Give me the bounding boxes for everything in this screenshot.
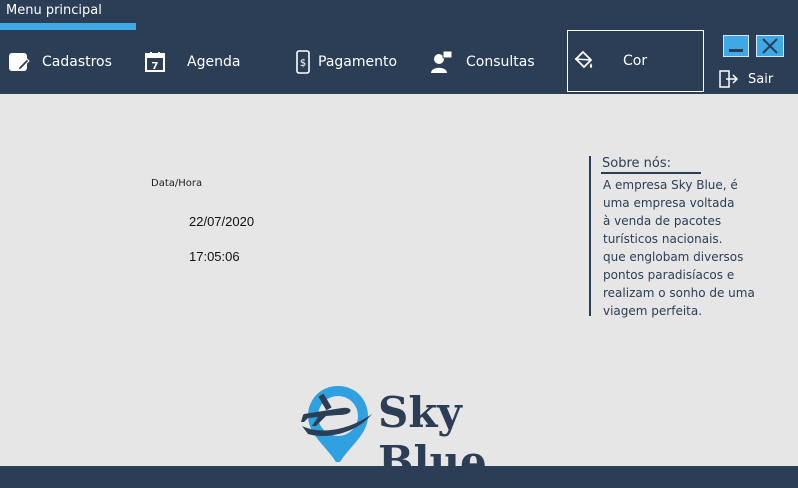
- menu-consultas-label: Consultas: [466, 54, 535, 70]
- paint-bucket-icon: [570, 48, 596, 74]
- title-bar: Menu principal: [0, 0, 798, 30]
- edit-icon: [6, 49, 32, 75]
- current-time: 17:05:06: [189, 249, 240, 264]
- window-title: Menu principal: [6, 3, 102, 18]
- menu-agenda[interactable]: 7 Agenda: [142, 30, 240, 94]
- menu-agenda-label: Agenda: [187, 54, 241, 70]
- about-title: Sobre nós:: [602, 156, 671, 171]
- exit-label: Sair: [748, 71, 774, 87]
- about-underline: [601, 172, 701, 174]
- current-date: 22/07/2020: [189, 214, 255, 229]
- minimize-icon: [729, 49, 743, 52]
- menu-pagamento[interactable]: $ Pagamento: [290, 30, 397, 94]
- menu-cadastros[interactable]: Cadastros: [6, 30, 112, 94]
- main-content: Data/Hora 22/07/2020 17:05:06 Sobre nós:…: [0, 94, 798, 486]
- close-icon: [762, 38, 778, 54]
- sky-blue-logo: Sky Blue: [298, 384, 578, 486]
- calendar-icon: 7: [142, 49, 168, 75]
- menu-pagamento-label: Pagamento: [318, 54, 398, 70]
- minimize-button[interactable]: [723, 35, 749, 57]
- footer-bar: [0, 466, 798, 488]
- calendar-day: 7: [152, 61, 159, 72]
- menu-cor[interactable]: Cor: [567, 30, 704, 92]
- about-panel: Sobre nós: A empresa Sky Blue, é uma emp…: [589, 156, 791, 318]
- svg-text:$: $: [300, 58, 306, 69]
- location-pin-plane-icon: [301, 386, 372, 462]
- title-accent: [0, 23, 136, 30]
- exit-icon: [719, 70, 739, 88]
- exit-button[interactable]: Sair: [718, 69, 773, 89]
- phone-payment-icon: $: [290, 49, 316, 75]
- menu-bar: Cadastros 7 Agenda $ Pagamento Consultas…: [0, 30, 798, 94]
- close-button[interactable]: [756, 35, 784, 57]
- user-consult-icon: [428, 49, 454, 75]
- datetime-label: Data/Hora: [151, 178, 203, 189]
- menu-cadastros-label: Cadastros: [42, 54, 112, 70]
- menu-cor-label: Cor: [623, 53, 648, 69]
- menu-consultas[interactable]: Consultas: [428, 30, 535, 94]
- about-text: A empresa Sky Blue, é uma empresa voltad…: [603, 178, 755, 318]
